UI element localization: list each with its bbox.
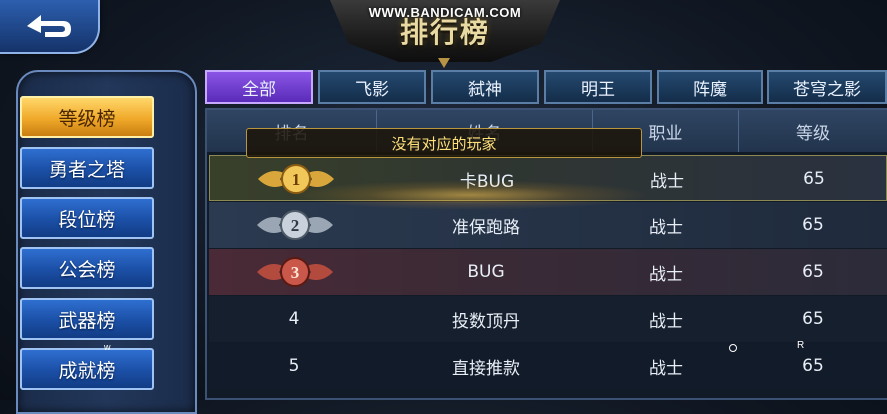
player-rank: 4 xyxy=(288,309,300,329)
table-row[interactable]: 5 直接推款 战士 65 xyxy=(209,343,887,389)
player-class: 战士 xyxy=(649,264,683,285)
overlay-letter: w xyxy=(104,342,111,352)
sidebar-item-level[interactable]: 等级榜 xyxy=(20,96,154,138)
overlay-letter-r: R xyxy=(797,340,805,351)
player-class: 战士 xyxy=(650,171,684,192)
table-row[interactable]: 3 BUG 战士 65 xyxy=(209,249,887,295)
page-title: 排行榜 xyxy=(399,18,490,49)
gold-medal-icon: 1 xyxy=(256,161,336,197)
sidebar-item-guild[interactable]: 公会榜 xyxy=(20,247,154,289)
sidebar-item-tower[interactable]: 勇者之塔 xyxy=(20,147,154,189)
back-button[interactable] xyxy=(0,0,100,54)
bronze-medal-icon: 3 xyxy=(255,254,335,290)
tab-feiying[interactable]: 飞影 xyxy=(318,70,426,104)
player-name: 准保跑路 xyxy=(452,217,520,238)
table-row[interactable]: 1 卡BUG 战士 65 xyxy=(209,155,887,201)
no-player-notice: 没有对应的玩家 xyxy=(246,128,642,158)
banner-ornament xyxy=(438,58,450,68)
player-level: 65 xyxy=(802,215,824,235)
tab-shishen[interactable]: 弑神 xyxy=(431,70,539,104)
player-level: 65 xyxy=(802,262,824,282)
sidebar-item-rank[interactable]: 段位榜 xyxy=(20,197,154,239)
player-level: 65 xyxy=(803,169,825,189)
tab-all[interactable]: 全部 xyxy=(205,70,313,104)
tab-mingwang[interactable]: 明王 xyxy=(544,70,652,104)
tab-cangqiong[interactable]: 苍穹之影 xyxy=(767,70,887,104)
player-level: 65 xyxy=(802,356,824,376)
player-name: 直接推款 xyxy=(452,358,520,379)
svg-text:3: 3 xyxy=(291,263,300,282)
player-class: 战士 xyxy=(649,217,683,238)
leaderboard-banner: WWW.BANDICAM.COM 排行榜 xyxy=(330,0,560,62)
svg-text:2: 2 xyxy=(291,216,300,235)
player-name: 投数顶丹 xyxy=(452,311,520,332)
player-rank: 5 xyxy=(288,356,300,376)
player-name: 卡BUG xyxy=(459,171,515,192)
sidebar-item-weapon[interactable]: 武器榜 xyxy=(20,298,154,340)
player-level: 65 xyxy=(802,309,824,329)
sidebar-item-achievement[interactable]: 成就榜 xyxy=(20,348,154,390)
table-row[interactable]: 2 准保跑路 战士 65 xyxy=(209,202,887,248)
player-name: BUG xyxy=(467,262,505,282)
header-level: 等级 xyxy=(796,123,830,144)
player-class: 战士 xyxy=(649,311,683,332)
player-class: 战士 xyxy=(649,358,683,379)
tab-zhenmo[interactable]: 阵魔 xyxy=(657,70,763,104)
silver-medal-icon: 2 xyxy=(255,207,335,243)
back-arrow-icon xyxy=(27,15,71,37)
table-row[interactable]: 4 投数顶丹 战士 65 xyxy=(209,296,887,342)
svg-text:1: 1 xyxy=(292,170,301,189)
circle-marker-icon xyxy=(729,344,737,352)
